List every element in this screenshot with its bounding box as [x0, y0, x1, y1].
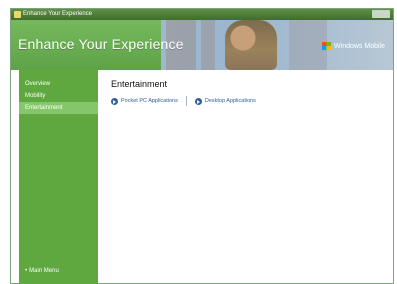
- window-controls[interactable]: [372, 10, 390, 18]
- desktop-applications-link[interactable]: Desktop Applications: [194, 97, 256, 105]
- bullet-icon: •: [25, 268, 28, 274]
- sidebar-item-entertainment[interactable]: Entertainment: [19, 102, 98, 114]
- entertainment-links: Pocket PC Applications Desktop Applicati…: [111, 96, 381, 106]
- sidebar-item-label: Entertainment: [25, 105, 63, 111]
- windows-flag-icon: [322, 42, 332, 50]
- app-icon: [14, 11, 21, 18]
- window-titlebar: Enhance Your Experience: [11, 9, 393, 20]
- pocket-pc-applications-link[interactable]: Pocket PC Applications: [111, 97, 178, 105]
- sidebar-item-overview[interactable]: Overview: [19, 78, 98, 90]
- sidebar-item-label: Overview: [25, 81, 51, 87]
- arrow-right-icon: [194, 97, 202, 105]
- windows-mobile-logo: Windows Mobile: [322, 42, 385, 50]
- link-separator: [185, 96, 187, 106]
- window-title: Enhance Your Experience: [23, 11, 93, 17]
- main-menu-label: Main Menu: [29, 268, 59, 274]
- link-label: Desktop Applications: [204, 98, 256, 104]
- main-menu-link[interactable]: • Main Menu: [25, 268, 59, 274]
- main-content: Entertainment Pocket PC Applications Des…: [111, 79, 381, 106]
- page-title: Entertainment: [111, 79, 168, 89]
- sidebar-item-label: Mobility: [25, 93, 46, 99]
- banner-photo-person: [225, 20, 277, 70]
- brand-text: Windows Mobile: [334, 42, 385, 50]
- banner-title: Enhance Your Experience: [18, 36, 184, 52]
- building-shape: [201, 20, 215, 70]
- sidebar-item-mobility[interactable]: Mobility: [19, 90, 98, 102]
- link-label: Pocket PC Applications: [121, 98, 178, 104]
- banner: Enhance Your Experience Windows Mobile: [11, 20, 393, 70]
- arrow-right-icon: [111, 97, 118, 105]
- app-window: Enhance Your Experience Enhance Your Exp…: [10, 8, 394, 284]
- sidebar: Overview Mobility Entertainment • Main Me…: [19, 70, 98, 284]
